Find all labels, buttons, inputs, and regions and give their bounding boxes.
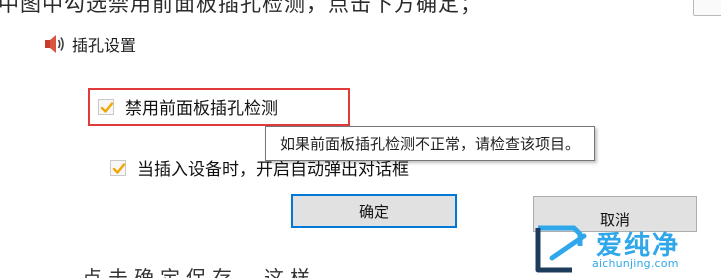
checkbox-disable-detection[interactable] xyxy=(98,98,114,115)
page-caption: 中图中勾选禁用前面板插孔检测，点击下方确定； xyxy=(0,0,482,16)
disable-front-jack-detection-option[interactable]: 禁用前面板插孔检测 xyxy=(98,94,278,119)
option-label-disable-detection: 禁用前面板插孔检测 xyxy=(125,99,278,119)
speaker-icon xyxy=(45,35,64,53)
ok-button[interactable]: 确定 xyxy=(291,194,457,228)
watermark-url: aichunjing.com xyxy=(592,257,679,270)
dialog-header: 插孔设置 xyxy=(44,32,136,56)
watermark-logo: 爱纯净 aichunjing.com xyxy=(532,222,718,276)
tooltip: 如果前面板插孔检测不正常，请检查该项目。 xyxy=(265,126,596,161)
corner-widget xyxy=(693,0,721,16)
checkbox-auto-popup[interactable] xyxy=(110,159,126,176)
watermark-logo-icon xyxy=(535,225,587,273)
dialog-title: 插孔设置 xyxy=(72,36,137,55)
